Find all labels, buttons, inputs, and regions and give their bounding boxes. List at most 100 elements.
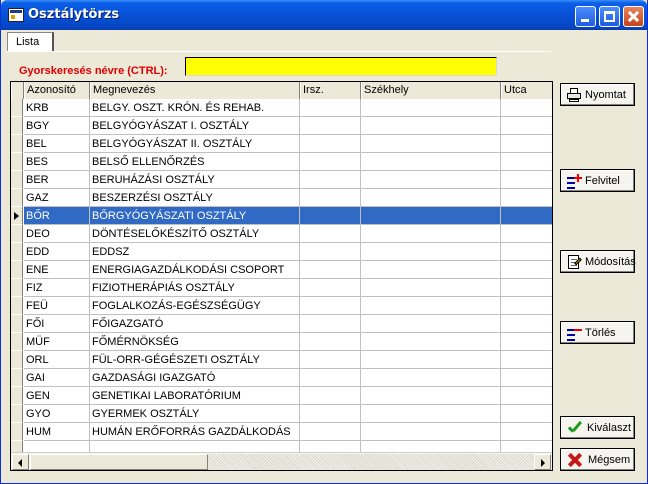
table-cell[interactable] — [501, 99, 552, 117]
table-cell[interactable] — [501, 171, 552, 189]
scroll-left-button[interactable] — [12, 454, 29, 470]
table-cell[interactable]: DÖNTÉSELŐKÉSZÍTŐ OSZTÁLY — [90, 225, 300, 243]
table-cell[interactable] — [300, 207, 361, 225]
table-row[interactable]: DEO DÖNTÉSELŐKÉSZÍTŐ OSZTÁLY — [11, 225, 552, 243]
table-cell[interactable]: FÜL-ORR-GÉGÉSZETI OSZTÁLY — [90, 351, 300, 369]
table-row[interactable]: ORL FÜL-ORR-GÉGÉSZETI OSZTÁLY — [11, 351, 552, 369]
table-cell[interactable]: DEO — [24, 225, 90, 243]
table-cell[interactable]: BŐRGYÓGYÁSZATI OSZTÁLY — [90, 207, 300, 225]
table-row[interactable]: GEN GENETIKAI LABORATÓRIUM — [11, 387, 552, 405]
table-cell[interactable]: BEL — [24, 135, 90, 153]
horizontal-scrollbar[interactable] — [11, 452, 552, 470]
table-cell[interactable] — [501, 315, 552, 333]
table-cell[interactable]: GAZ — [24, 189, 90, 207]
row-indicator[interactable] — [11, 207, 23, 225]
table-cell[interactable] — [300, 99, 361, 117]
table-cell[interactable] — [300, 189, 361, 207]
table-cell[interactable]: BELSŐ ELLENŐRZÉS — [90, 153, 300, 171]
table-cell[interactable] — [361, 387, 501, 405]
add-button[interactable]: Felvitel — [560, 169, 635, 192]
table-row[interactable]: GAZ BESZERZÉSI OSZTÁLY — [11, 189, 552, 207]
table-row[interactable]: FŐI FŐIGAZGATÓ — [11, 315, 552, 333]
table-cell[interactable] — [361, 423, 501, 441]
table-cell[interactable]: EDDSZ — [90, 243, 300, 261]
table-cell[interactable] — [300, 261, 361, 279]
scroll-thumb[interactable] — [30, 454, 208, 470]
table-row[interactable]: BER BERUHÁZÁSI OSZTÁLY — [11, 171, 552, 189]
table-cell[interactable] — [501, 189, 552, 207]
table-row[interactable]: BŐR BŐRGYÓGYÁSZATI OSZTÁLY — [11, 207, 552, 225]
row-indicator[interactable] — [11, 189, 23, 207]
table-cell[interactable] — [501, 117, 552, 135]
tab-lista[interactable]: Lista — [7, 32, 54, 52]
row-indicator[interactable] — [11, 171, 23, 189]
table-cell[interactable] — [361, 279, 501, 297]
row-indicator[interactable] — [11, 225, 23, 243]
table-cell[interactable]: BELGYÓGYÁSZAT II. OSZTÁLY — [90, 135, 300, 153]
table-cell[interactable] — [300, 315, 361, 333]
table-cell[interactable] — [361, 297, 501, 315]
department-grid[interactable]: Azonosító Megnevezés Irsz. Székhely Utca KRB… — [10, 81, 553, 471]
table-cell[interactable] — [300, 153, 361, 171]
table-cell[interactable]: ENE — [24, 261, 90, 279]
table-cell[interactable] — [501, 405, 552, 423]
table-cell[interactable]: GEN — [24, 387, 90, 405]
table-cell[interactable]: BER — [24, 171, 90, 189]
table-cell[interactable]: FŐMÉRNÖKSÉG — [90, 333, 300, 351]
row-indicator[interactable] — [11, 153, 23, 171]
table-cell[interactable] — [300, 405, 361, 423]
table-cell[interactable] — [361, 135, 501, 153]
table-cell[interactable] — [361, 117, 501, 135]
table-cell[interactable] — [361, 333, 501, 351]
table-cell[interactable] — [300, 135, 361, 153]
column-header[interactable]: Utca — [501, 82, 552, 99]
table-row[interactable]: EDD EDDSZ — [11, 243, 552, 261]
table-cell[interactable] — [501, 261, 552, 279]
title-bar[interactable]: Osztálytörzs — [1, 0, 647, 30]
table-cell[interactable]: FŐIGAZGATÓ — [90, 315, 300, 333]
table-row[interactable]: KRB BELGY. OSZT. KRÓN. ÉS REHAB. — [11, 99, 552, 117]
table-cell[interactable] — [501, 423, 552, 441]
row-indicator[interactable] — [11, 405, 23, 423]
column-header[interactable]: Megnevezés — [90, 82, 300, 99]
row-indicator[interactable] — [11, 315, 23, 333]
table-cell[interactable] — [300, 351, 361, 369]
table-cell[interactable] — [501, 135, 552, 153]
table-row[interactable]: GAI GAZDASÁGI IGAZGATÓ — [11, 369, 552, 387]
table-row[interactable]: GYO GYERMEK OSZTÁLY — [11, 405, 552, 423]
table-cell[interactable]: FOGLALKOZÁS-EGÉSZSÉGÜGY — [90, 297, 300, 315]
table-cell[interactable] — [501, 369, 552, 387]
row-indicator[interactable] — [11, 279, 23, 297]
table-cell[interactable] — [361, 225, 501, 243]
table-cell[interactable] — [361, 261, 501, 279]
table-cell[interactable] — [361, 351, 501, 369]
row-indicator[interactable] — [11, 135, 23, 153]
table-cell[interactable] — [361, 405, 501, 423]
table-cell[interactable] — [501, 279, 552, 297]
table-cell[interactable] — [361, 171, 501, 189]
cancel-button[interactable]: Mégsem — [560, 448, 635, 471]
table-cell[interactable]: HUM — [24, 423, 90, 441]
table-cell[interactable] — [300, 225, 361, 243]
table-row[interactable]: FIZ FIZIOTHERÁPIÁS OSZTÁLY — [11, 279, 552, 297]
row-indicator[interactable] — [11, 351, 23, 369]
table-cell[interactable] — [300, 333, 361, 351]
table-cell[interactable]: ENERGIAGAZDÁLKODÁSI CSOPORT — [90, 261, 300, 279]
table-row[interactable]: FEÜ FOGLALKOZÁS-EGÉSZSÉGÜGY — [11, 297, 552, 315]
table-cell[interactable] — [501, 333, 552, 351]
table-cell[interactable]: BELGYÓGYÁSZAT I. OSZTÁLY — [90, 117, 300, 135]
table-cell[interactable] — [361, 369, 501, 387]
table-cell[interactable] — [300, 171, 361, 189]
table-cell[interactable] — [501, 207, 552, 225]
delete-button[interactable]: Törlés — [560, 321, 635, 344]
table-cell[interactable] — [501, 225, 552, 243]
table-row[interactable]: HUM HUMÁN ERŐFORRÁS GAZDÁLKODÁS — [11, 423, 552, 441]
table-cell[interactable]: GAI — [24, 369, 90, 387]
column-header[interactable]: Irsz. — [300, 82, 361, 99]
table-cell[interactable] — [361, 315, 501, 333]
edit-button[interactable]: Módosítás — [560, 250, 636, 273]
table-cell[interactable] — [300, 243, 361, 261]
row-indicator[interactable] — [11, 261, 23, 279]
table-cell[interactable] — [361, 99, 501, 117]
table-cell[interactable]: GYERMEK OSZTÁLY — [90, 405, 300, 423]
